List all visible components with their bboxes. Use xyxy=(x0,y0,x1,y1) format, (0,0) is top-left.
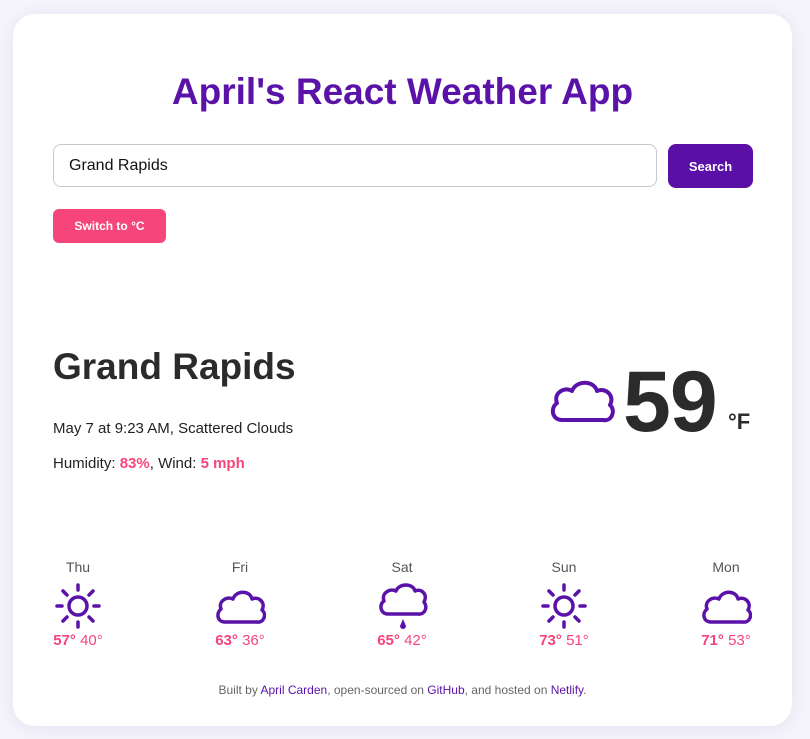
netlify-link[interactable]: Netlify xyxy=(551,683,583,697)
forecast-temps: 65° 42° xyxy=(367,632,437,650)
wind-label: Wind: xyxy=(158,455,201,472)
footer: Built by April Carden, open-sourced on G… xyxy=(13,682,792,698)
cloud-icon xyxy=(702,590,752,624)
forecast-day-label: Thu xyxy=(65,559,91,575)
current-details: May 7 at 9:23 AM, Scattered Clouds xyxy=(53,419,293,439)
forecast-day-label: Sat xyxy=(391,559,413,575)
forecast-day: Thu 57° 40° xyxy=(43,559,113,650)
current-city: Grand Rapids xyxy=(53,346,296,387)
forecast-high: 71° xyxy=(701,632,724,649)
forecast-temps: 71° 53° xyxy=(691,632,761,650)
humidity-value: 83% xyxy=(119,455,150,472)
forecast-high: 65° xyxy=(377,632,400,649)
forecast-day-label: Mon xyxy=(712,559,740,575)
footer-middle2: , and hosted on xyxy=(464,683,551,697)
details-separator: , xyxy=(169,420,179,437)
forecast-high: 63° xyxy=(215,632,238,649)
forecast-day-label: Sun xyxy=(551,559,577,575)
forecast-temps: 73° 51° xyxy=(529,632,599,650)
forecast-low: 51° xyxy=(566,632,589,649)
weather-card: April's React Weather App Search Switch … xyxy=(13,14,792,726)
forecast-high: 73° xyxy=(539,632,562,649)
forecast-day: Fri 63° 36° xyxy=(205,559,275,650)
unit-toggle-button[interactable]: Switch to °C xyxy=(53,209,166,243)
sun-icon xyxy=(541,583,587,629)
forecast-low: 40° xyxy=(80,632,103,649)
wind-value: 5 mph xyxy=(200,455,245,472)
city-search-input[interactable] xyxy=(53,144,657,187)
footer-suffix: . xyxy=(583,683,587,697)
github-link[interactable]: GitHub xyxy=(427,683,464,697)
author-link[interactable]: April Carden xyxy=(261,683,328,697)
forecast-day-label: Fri xyxy=(231,559,249,575)
current-description: Scattered Clouds xyxy=(178,420,294,437)
current-temperature: 59 xyxy=(623,354,718,450)
humidity-label: Humidity: xyxy=(53,455,120,472)
cloud-icon xyxy=(550,380,615,423)
sun-icon xyxy=(55,583,101,629)
current-conditions: Humidity: 83%, Wind: 5 mph xyxy=(53,454,245,474)
temperature-unit: °F xyxy=(728,409,751,434)
footer-middle: , open-sourced on xyxy=(327,683,428,697)
cloud-icon xyxy=(216,590,266,624)
footer-prefix: Built by xyxy=(218,683,261,697)
forecast-low: 53° xyxy=(728,632,751,649)
forecast-temps: 57° 40° xyxy=(43,632,113,650)
rain-cloud-icon xyxy=(379,583,428,629)
forecast-low: 42° xyxy=(404,632,427,649)
forecast-day: Sat 65° 42° xyxy=(367,559,437,650)
forecast-temps: 63° 36° xyxy=(205,632,275,650)
forecast-high: 57° xyxy=(53,632,76,649)
forecast-low: 36° xyxy=(242,632,265,649)
current-date-time: May 7 at 9:23 AM xyxy=(53,420,170,437)
conditions-separator: , xyxy=(149,455,159,472)
app-title: April's React Weather App xyxy=(171,71,634,112)
forecast-day: Sun 73° 51° xyxy=(529,559,599,650)
forecast-day: Mon 71° 53° xyxy=(691,559,761,650)
search-button[interactable]: Search xyxy=(668,144,753,188)
